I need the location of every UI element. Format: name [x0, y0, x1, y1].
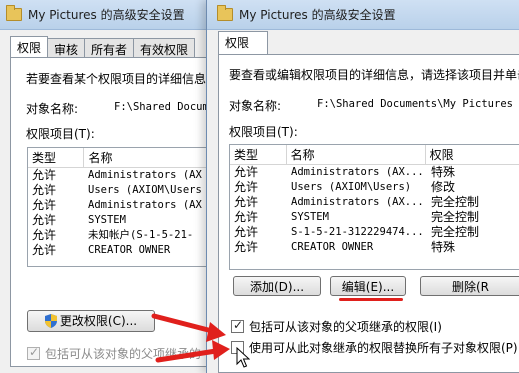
- back-description: 若要查看某个权限项目的详细信息: [26, 72, 207, 86]
- front-titlebar[interactable]: My Pictures 的高级安全设置: [207, 0, 519, 30]
- row-type: 允许: [234, 225, 259, 239]
- front-object-name-value: F:\Shared Documents\My Pictures: [317, 98, 513, 110]
- change-permissions-button[interactable]: 更改权限(C)...: [27, 310, 155, 332]
- row-type: 允许: [234, 165, 259, 179]
- back-object-name-label: 对象名称:: [26, 102, 79, 116]
- remove-button[interactable]: 删除(R: [420, 276, 519, 296]
- row-type: 允许: [32, 168, 57, 182]
- table-row[interactable]: 允许 Users (AXIOM\Users: [28, 183, 231, 198]
- row-type: 允许: [234, 240, 259, 254]
- tab-effective-permissions[interactable]: 有效权限: [133, 38, 196, 58]
- row-type: 允许: [32, 198, 57, 212]
- row-permission: 完全控制: [431, 210, 480, 224]
- front-description: 要查看或编辑权限项目的详细信息，请选择该项目并单击: [229, 68, 519, 82]
- back-object-name-value: F:\Shared Docum: [114, 101, 209, 113]
- back-col-type[interactable]: 类型: [28, 148, 85, 167]
- table-row[interactable]: 允许 未知帐户(S-1-5-21-: [28, 228, 231, 243]
- row-name: Administrators (AX...: [291, 166, 424, 178]
- tab-auditing[interactable]: 审核: [47, 38, 86, 58]
- folder-icon: [6, 5, 22, 21]
- row-name: SYSTEM: [88, 214, 126, 226]
- tab-permissions[interactable]: 权限: [218, 31, 268, 55]
- row-name: Administrators (AX: [88, 199, 202, 211]
- front-list-header: 类型 名称 权限: [230, 145, 519, 165]
- row-type: 允许: [234, 180, 259, 194]
- table-row[interactable]: 允许 Administrators (AX... 完全控制: [230, 195, 519, 210]
- back-inherit-checkbox[interactable]: [27, 345, 40, 360]
- red-arrow-icon: [151, 313, 230, 363]
- uac-shield-icon: [44, 314, 57, 328]
- front-col-name[interactable]: 名称: [287, 145, 426, 164]
- replace-child-permissions-label: 使用可从此对象继承的权限替换所有子对象权限(P): [249, 341, 518, 355]
- row-permission: 特殊: [431, 240, 456, 254]
- inherit-permissions-label: 包括可从该对象的父项继承的权限(I): [249, 320, 442, 334]
- table-row[interactable]: 允许 Administrators (AX: [28, 168, 231, 183]
- row-type: 允许: [32, 228, 57, 242]
- table-row[interactable]: 允许 Users (AXIOM\Users) 修改: [230, 180, 519, 195]
- row-type: 允许: [32, 243, 57, 257]
- row-type: 允许: [234, 210, 259, 224]
- mouse-cursor-icon: [236, 347, 250, 368]
- row-name: SYSTEM: [291, 211, 329, 223]
- row-permission: 完全控制: [431, 225, 480, 239]
- back-entries-label: 权限项目(T):: [26, 127, 95, 141]
- back-window-title: My Pictures 的高级安全设置: [28, 8, 185, 22]
- front-window-title: My Pictures 的高级安全设置: [239, 8, 396, 22]
- row-name: 未知帐户(S-1-5-21-: [88, 229, 194, 241]
- row-name: CREATOR OWNER: [88, 244, 171, 256]
- row-permission: 修改: [431, 180, 456, 194]
- edit-button[interactable]: 编辑(E)...: [330, 276, 406, 296]
- row-type: 允许: [32, 213, 57, 227]
- row-name: Users (AXIOM\Users): [291, 181, 412, 193]
- row-permission: 特殊: [431, 165, 456, 179]
- row-name: S-1-5-21-312229474...: [291, 226, 424, 238]
- folder-icon: [217, 5, 233, 21]
- change-permissions-label: 更改权限(C)...: [59, 314, 138, 328]
- table-row[interactable]: 允许 Administrators (AX... 特殊: [230, 165, 519, 180]
- table-row[interactable]: 允许 SYSTEM 完全控制: [230, 210, 519, 225]
- tab-owner[interactable]: 所有者: [84, 38, 135, 58]
- front-col-type[interactable]: 类型: [230, 145, 287, 164]
- row-type: 允许: [234, 195, 259, 209]
- row-name: Administrators (AX: [88, 169, 202, 181]
- table-row[interactable]: 允许 S-1-5-21-312229474... 完全控制: [230, 225, 519, 240]
- row-type: 允许: [32, 183, 57, 197]
- row-name: CREATOR OWNER: [291, 241, 374, 253]
- row-permission: 完全控制: [431, 195, 480, 209]
- table-row[interactable]: 允许 CREATOR OWNER 特殊: [230, 240, 519, 255]
- back-tab-strip: 权限 审核 所有者 有效权限: [10, 36, 196, 58]
- table-row[interactable]: 允许 CREATOR OWNER: [28, 243, 231, 258]
- row-name: Users (AXIOM\Users: [88, 184, 202, 196]
- table-row[interactable]: 允许 Administrators (AX: [28, 198, 231, 213]
- tab-permissions[interactable]: 权限: [10, 36, 49, 58]
- front-object-name-label: 对象名称:: [229, 99, 282, 113]
- front-security-dialog: My Pictures 的高级安全设置 权限 要查看或编辑权限项目的详细信息，请…: [206, 0, 519, 373]
- front-permission-list[interactable]: 类型 名称 权限 允许 Administrators (AX... 特殊 允许 Use…: [229, 144, 519, 270]
- edit-underline-annotation: [339, 298, 403, 301]
- back-titlebar[interactable]: My Pictures 的高级安全设置: [0, 0, 231, 30]
- front-col-permission[interactable]: 权限: [426, 145, 519, 164]
- row-name: Administrators (AX...: [291, 196, 424, 208]
- back-permission-list[interactable]: 类型 名称 允许 Administrators (AX 允许 Users (AXIO…: [27, 147, 232, 267]
- front-entries-label: 权限项目(T):: [229, 125, 298, 139]
- table-row[interactable]: 允许 SYSTEM: [28, 213, 231, 228]
- back-list-header: 类型 名称: [28, 148, 231, 168]
- add-button[interactable]: 添加(D)...: [233, 276, 321, 296]
